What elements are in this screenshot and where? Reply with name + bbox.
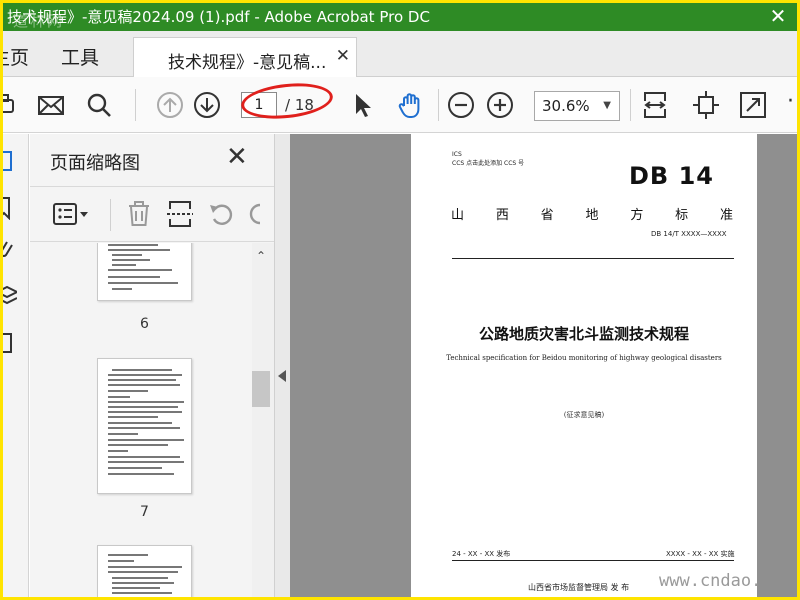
thumbnail-page-number: 6 <box>140 316 149 332</box>
search-icon[interactable] <box>84 90 114 120</box>
doc-title-cn: 公路地质灾害北斗监测技术规程 <box>478 325 689 343</box>
next-page-icon[interactable] <box>192 90 222 120</box>
signatures-nav-icon[interactable] <box>3 330 17 354</box>
print-icon[interactable] <box>3 90 17 120</box>
title-bar: 技术规程》-意见稿2024.09 (1).pdf - Adobe Acrobat… <box>3 3 797 31</box>
panel-toolbar <box>30 186 274 242</box>
thumbnail-options-icon[interactable] <box>52 201 92 229</box>
email-icon[interactable] <box>36 90 66 120</box>
page-thumbnails-panel: 页面缩略图 ✕ 6 7 ⌃ <box>30 134 274 597</box>
window-close-button[interactable]: ✕ <box>763 3 793 31</box>
tab-document[interactable]: 技术规程》-意见稿... ✕ <box>133 37 357 78</box>
doc-implement-date: XXXX - XX - XX 实施 <box>666 550 735 558</box>
zoom-out-icon[interactable] <box>446 90 476 120</box>
thumbnail-list: 6 7 <box>30 243 252 597</box>
toolbar-divider <box>135 89 136 121</box>
zoom-level-select[interactable]: 30.6% ▼ <box>534 91 620 121</box>
more-tools-icon[interactable]: · <box>787 89 794 114</box>
full-screen-icon[interactable] <box>738 90 768 120</box>
navigation-rail <box>3 134 29 597</box>
app-window: 技术规程》-意见稿2024.09 (1).pdf - Adobe Acrobat… <box>3 3 797 597</box>
tab-close-button[interactable]: ✕ <box>336 46 350 66</box>
scrollbar-thumb[interactable] <box>252 371 270 407</box>
tab-tools[interactable]: 工具 <box>61 43 99 70</box>
doc-divider <box>452 258 734 259</box>
chevron-down-icon: ▼ <box>603 100 611 111</box>
layers-nav-icon[interactable] <box>3 284 17 308</box>
tab-home[interactable]: 主页 <box>3 43 29 70</box>
thumbnail-page-number: 7 <box>140 504 149 520</box>
page-thumbnail[interactable] <box>97 545 192 597</box>
pdf-page: ICS CCS 点击此处添加 CCS 号 DB 14 山 西 省 地 方 标 准… <box>411 134 757 597</box>
window-title: 技术规程》-意见稿2024.09 (1).pdf - Adobe Acrobat… <box>7 8 430 26</box>
insert-page-icon[interactable] <box>165 199 195 229</box>
hand-tool-icon[interactable] <box>396 90 426 120</box>
bookmarks-nav-icon[interactable] <box>3 196 17 220</box>
panel-title: 页面缩略图 <box>50 153 140 174</box>
page-thumbnail[interactable] <box>97 243 192 301</box>
doc-province-heading: 山 西 省 地 方 标 准 <box>451 208 733 223</box>
doc-issuer: 山西省市场监督管理局 发 布 <box>528 583 630 592</box>
panel-collapse-handle[interactable] <box>274 134 290 597</box>
scroll-up-icon[interactable]: ⌃ <box>252 249 270 263</box>
doc-title-en: Technical specification for Beidou monit… <box>446 354 722 362</box>
collapse-arrow-icon <box>278 370 286 382</box>
delete-page-icon[interactable] <box>124 199 154 229</box>
rotate-view-icon[interactable] <box>691 90 721 120</box>
document-view[interactable]: ICS CCS 点击此处添加 CCS 号 DB 14 山 西 省 地 方 标 准… <box>290 134 797 597</box>
tab-document-label: 技术规程》-意见稿... <box>168 53 327 73</box>
rotate-left-icon[interactable] <box>207 199 237 229</box>
panel-toolbar-divider <box>110 199 111 231</box>
tab-bar: 主页 工具 技术规程》-意见稿... ✕ <box>3 31 797 78</box>
doc-publish-date: 24 - XX - XX 发布 <box>452 550 511 558</box>
previous-page-icon[interactable] <box>155 90 185 120</box>
close-panel-button[interactable]: ✕ <box>226 142 248 172</box>
zoom-in-icon[interactable] <box>485 90 515 120</box>
toolbar: 1 / 18 30.6% ▼ · <box>3 77 797 133</box>
doc-draft-note: (征求意见稿) <box>563 411 605 419</box>
toolbar-divider <box>438 89 439 121</box>
site-watermark: www.cndao. <box>659 571 762 591</box>
doc-classification: ICS CCS 点击此处添加 CCS 号 <box>452 151 525 167</box>
select-cursor-icon[interactable] <box>347 90 377 120</box>
thumbnails-nav-icon[interactable] <box>3 150 17 174</box>
fit-width-icon[interactable] <box>640 90 670 120</box>
doc-standard-code: DB 14/T XXXX—XXXX <box>651 230 727 238</box>
page-thumbnail[interactable] <box>97 358 192 494</box>
toolbar-divider <box>630 89 631 121</box>
doc-standard-mark: DB 14 <box>629 162 714 190</box>
doc-divider <box>452 560 734 561</box>
rotate-right-icon[interactable] <box>246 199 274 229</box>
thumbnail-scrollbar[interactable]: ⌃ <box>252 243 274 597</box>
attachments-nav-icon[interactable] <box>3 238 17 262</box>
zoom-level-value: 30.6% <box>542 97 590 115</box>
